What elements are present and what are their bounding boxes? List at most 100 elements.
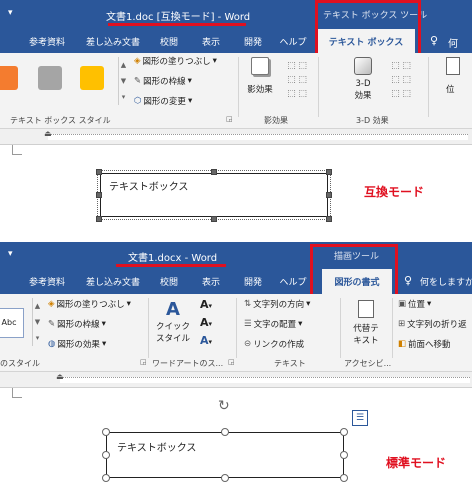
bottom-context-tab-highlight [310,244,398,299]
bottom-tab-help[interactable]: ヘルプ [278,269,308,294]
top-shadow-group-label: 影効果 [264,116,288,125]
bottom-tab-review[interactable]: 校閲 [154,269,184,294]
top-textbox[interactable]: テキストボックス [97,170,331,220]
bottom-text-effect-icon[interactable]: A▾ [200,334,212,347]
top-style-scroll[interactable]: ▲ ▼ ▾ [118,57,128,105]
top-shadow-nudge-icons[interactable]: ⬚ ⬚ ⬚ ⬚ ⬚ ⬚ [282,59,312,103]
shape-change-icon: ⬡ [134,96,142,106]
top-handle-tm[interactable] [211,169,217,175]
top-title-underline [108,23,246,26]
top-document: テキストボックス 互換モード [0,145,472,242]
bottom-handle-bl[interactable] [102,474,110,482]
top-mode-label: 互換モード [364,185,425,199]
bottom-tab-developer[interactable]: 開発 [238,269,268,294]
bottom-indent-marker[interactable]: ⏏ [56,372,64,381]
bottom-handle-tr[interactable] [340,428,348,436]
top-tab-developer[interactable]: 開発 [238,29,268,53]
position-icon [446,57,460,75]
top-style-swatch-gray[interactable] [38,66,62,90]
layout-options-icon[interactable]: ☰ [352,410,368,426]
top-textbox-text[interactable]: テキストボックス [109,178,188,193]
top-tab-review[interactable]: 校閲 [154,29,184,53]
bottom-shape-style-abc[interactable]: Abc [0,308,24,338]
top-3d-effect-button[interactable]: 3-D 効果 [346,57,380,111]
top-horizontal-ruler[interactable]: ⏏ [0,129,472,145]
top-3d-group-label: 3-D 効果 [356,116,389,125]
bottom-ribbon: Abc ▲ ▼ ▾ ◈ 図形の塗りつぶし ▾ ✎ 図形の枠線 ▾ ◍ 図形の効果 ▾ A … [0,294,472,372]
top-lightbulb-icon[interactable]: ♀ [430,34,438,47]
top-handle-tl[interactable] [96,169,102,175]
top-styles-group-label: テキスト ボックス スタイル [10,116,111,125]
bottom-alt-text-button[interactable]: 代替テ キスト [346,300,386,356]
bottom-text-fill-icon[interactable]: A▾ [200,298,212,311]
top-tell-me[interactable]: 何 [448,35,458,50]
bottom-text-outline-icon[interactable]: A▾ [200,316,212,329]
bottom-position-button[interactable]: ▣ 位置 ▾ [398,298,431,310]
top-handle-ml[interactable] [96,192,102,198]
top-shape-fill-button[interactable]: ◈ 図形の塗りつぶし ▾ [134,55,217,67]
shadow-box-icon [251,57,269,75]
bottom-window-title: 文書1.docx - Word [128,253,218,264]
bottom-styles-dialog-launcher[interactable]: ◲ [140,358,147,366]
top-tab-help[interactable]: ヘルプ [278,29,308,53]
bottom-quick-styles-button[interactable]: A クイック スタイル [154,300,192,356]
bottom-handle-tl[interactable] [102,428,110,436]
bottom-mode-label: 標準モード [386,456,447,470]
bottom-create-link-button[interactable]: ⊝ リンクの作成 [244,338,304,350]
top-tab-view[interactable]: 表示 [196,29,226,53]
bottom-wrap-text-button[interactable]: ⊞ 文字列の折り返 [398,318,467,330]
top-style-swatch-orange[interactable] [0,66,18,90]
rotate-handle-icon[interactable]: ↻ [218,398,230,414]
bottom-horizontal-ruler[interactable]: ⏏ [0,372,472,388]
bottom-tab-view[interactable]: 表示 [196,269,226,294]
bottom-qat-arrow[interactable]: ▾ [8,249,13,259]
bottom-tell-me[interactable]: 何をしますか [420,275,472,288]
bottom-tab-references[interactable]: 参考資料 [24,269,70,294]
bottom-bring-forward-button[interactable]: ◧ 前面へ移動 [398,338,451,350]
top-handle-mr[interactable] [326,192,332,198]
top-tab-references[interactable]: 参考資料 [24,29,70,53]
bottom-handle-tm[interactable] [221,428,229,436]
bottom-handle-br[interactable] [340,474,348,482]
top-position-button[interactable]: 位 [446,57,470,97]
top-style-swatch-gold[interactable] [80,66,104,90]
paint-bucket-icon: ◈ [48,299,55,309]
top-window-title: 文書1.doc [互換モード] - Word [106,12,251,23]
top-styles-dialog-launcher[interactable]: ◲ [226,115,233,123]
bottom-document: ↻ テキストボックス ☰ 標準モード [0,388,472,501]
top-handle-bm[interactable] [211,216,217,222]
top-tab-mailings[interactable]: 差し込み文書 [82,29,144,53]
bottom-handle-ml[interactable] [102,451,110,459]
bottom-tab-mailings[interactable]: 差し込み文書 [82,269,144,294]
top-change-shape-button[interactable]: ⬡ 図形の変更 ▾ [134,95,192,107]
bottom-shape-outline-button[interactable]: ✎ 図形の枠線 ▾ [48,318,106,330]
bottom-text-direction-button[interactable]: ⇅ 文字列の方向 ▾ [244,298,310,310]
bottom-textbox[interactable]: テキストボックス [106,432,344,478]
bottom-handle-bm[interactable] [221,474,229,482]
top-3d-tilt-icons[interactable]: ⬚ ⬚ ⬚ ⬚ ⬚ ⬚ [386,59,416,103]
3d-cube-icon [354,57,372,75]
bottom-wordart-dialog-launcher[interactable]: ◲ [228,358,235,366]
pen-outline-icon: ✎ [134,76,142,86]
bottom-tab-bar: 参考資料 差し込み文書 校閲 表示 開発 ヘルプ 図形の書式 ♀ 何をしますか [0,269,472,294]
bottom-lightbulb-icon[interactable]: ♀ [404,274,412,287]
text-align-icon: ☰ [244,319,252,329]
top-indent-marker[interactable]: ⏏ [44,129,52,138]
bottom-textbox-text[interactable]: テキストボックス [117,439,196,454]
top-shape-outline-button[interactable]: ✎ 図形の枠線 ▾ [134,75,192,87]
bottom-shape-fill-button[interactable]: ◈ 図形の塗りつぶし ▾ [48,298,131,310]
bottom-handle-mr[interactable] [340,451,348,459]
bottom-shape-effect-button[interactable]: ◍ 図形の効果 ▾ [48,338,106,350]
top-shadow-effect-button[interactable]: 影効果 [246,57,274,107]
bottom-text-align-button[interactable]: ☰ 文字の配置 ▾ [244,318,302,330]
top-handle-bl[interactable] [96,216,102,222]
shape-effect-icon: ◍ [48,339,56,349]
wordart-a-icon: A [166,299,180,320]
bottom-style-scroll[interactable]: ▲ ▼ ▾ [32,298,42,346]
bottom-title-bar: ▾ 文書1.docx - Word 描画ツール [0,242,472,269]
bottom-styles-group-label: のスタイル [0,359,40,368]
top-handle-br[interactable] [326,216,332,222]
top-context-tab-highlight [315,0,421,56]
top-handle-tr[interactable] [326,169,332,175]
top-qat-arrow[interactable]: ▾ [8,8,13,18]
